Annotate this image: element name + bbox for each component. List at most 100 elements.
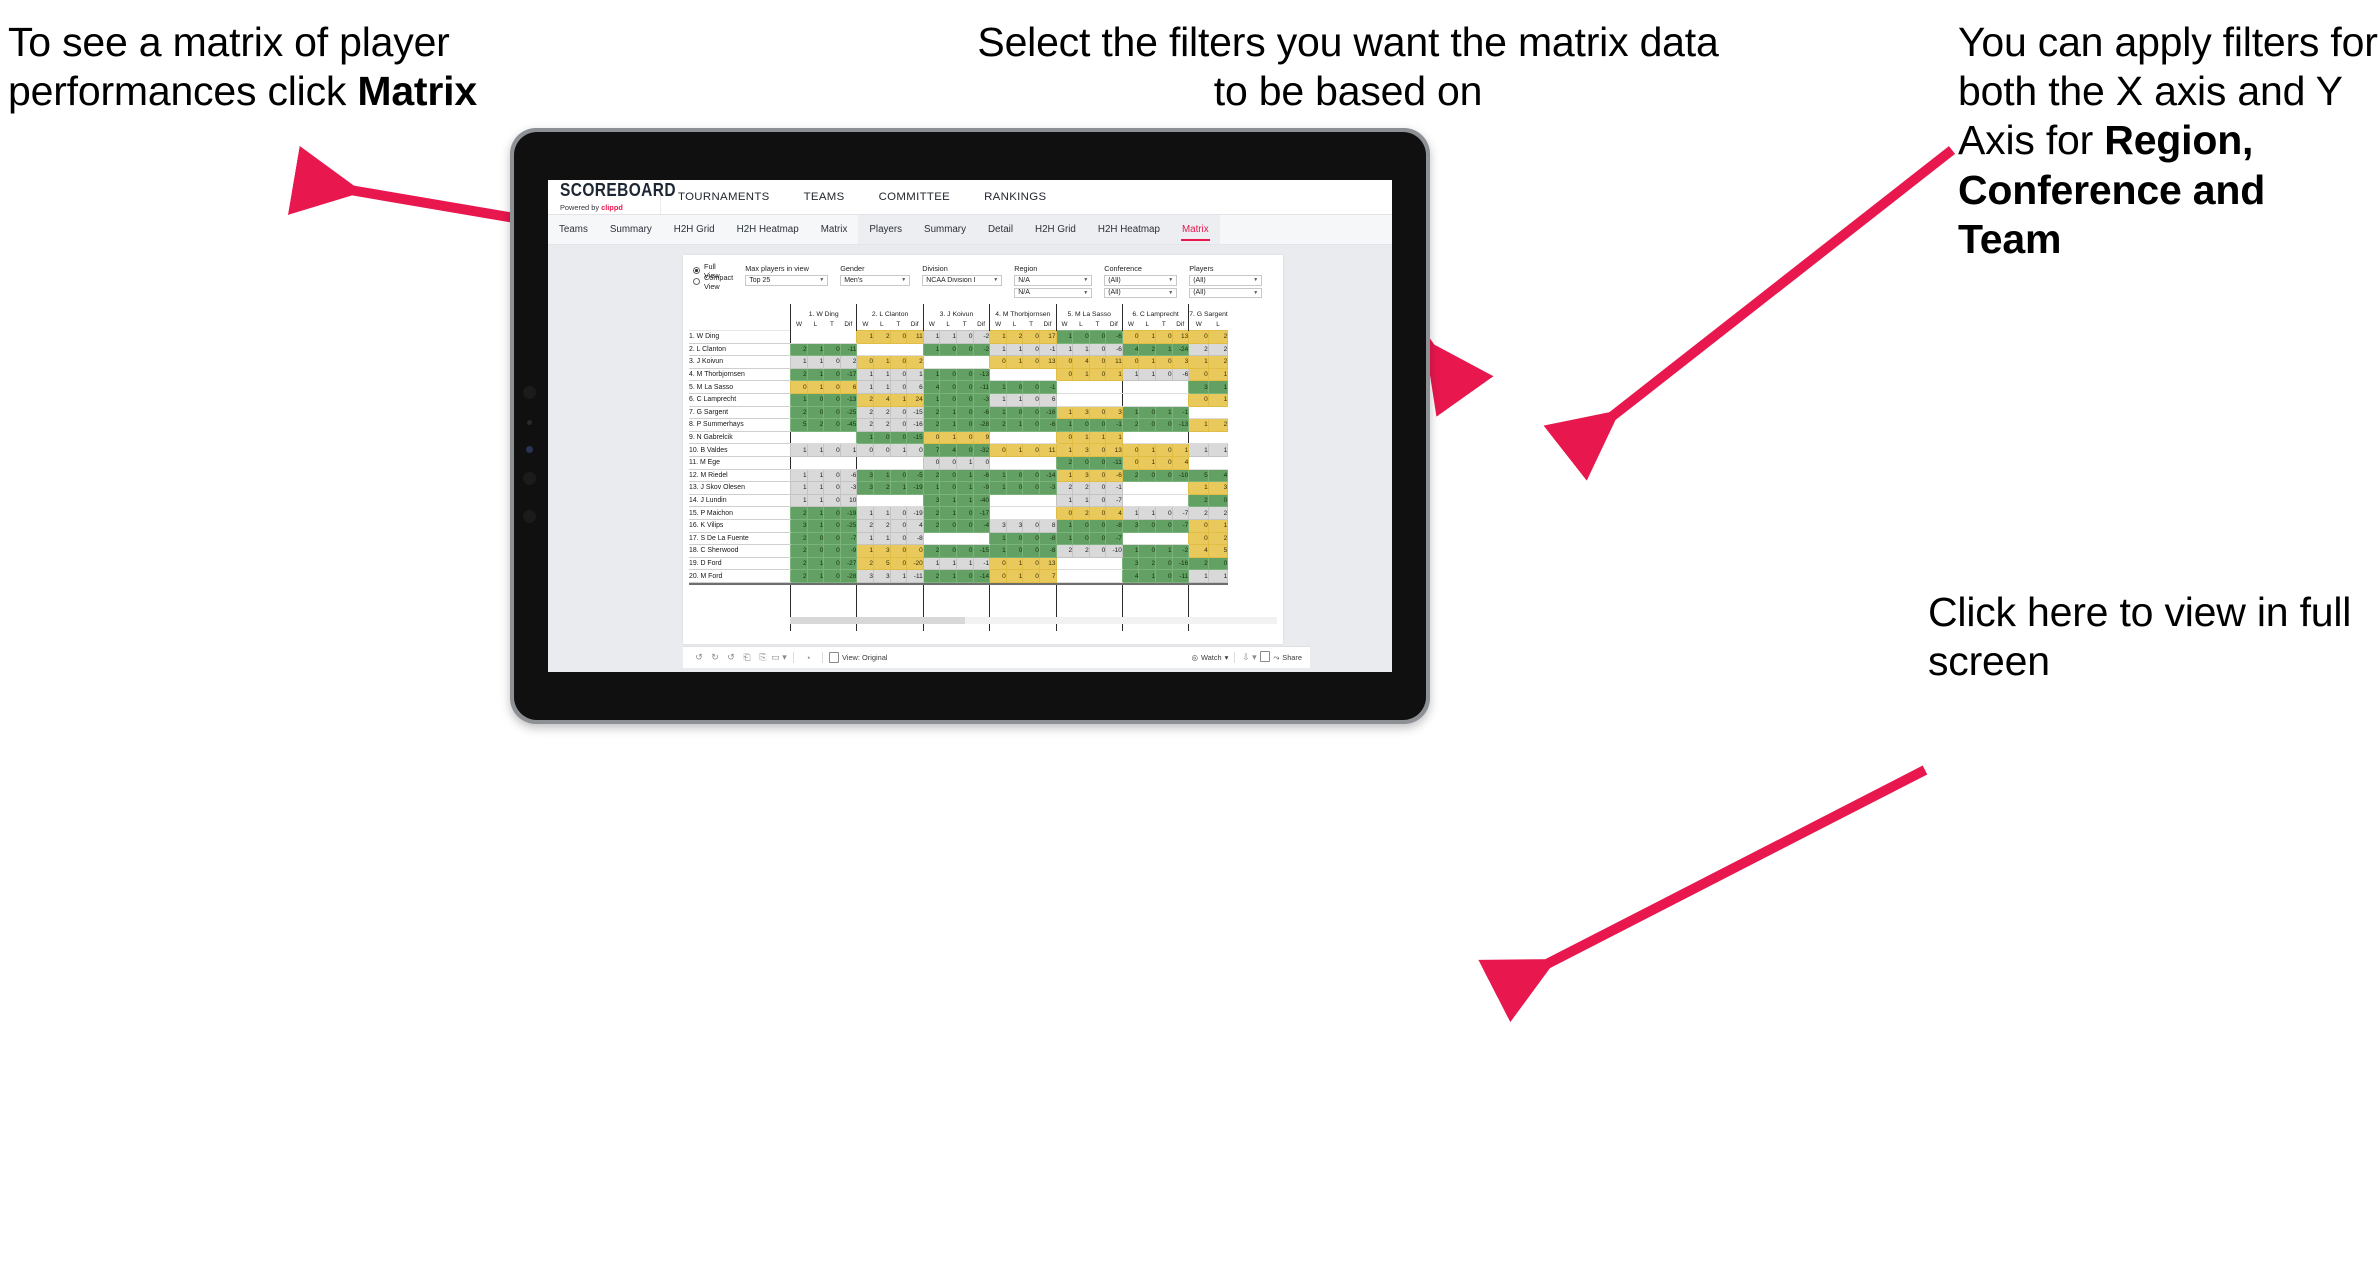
matrix-cell[interactable]: 1 <box>922 481 941 495</box>
matrix-cell[interactable]: 1 <box>1138 569 1157 583</box>
matrix-cell-empty[interactable] <box>1155 532 1173 546</box>
matrix-cell[interactable]: 1 <box>790 481 808 495</box>
matrix-cell-empty[interactable] <box>1121 494 1139 508</box>
matrix-cell[interactable]: 2 <box>1207 418 1229 432</box>
matrix-cell[interactable]: 2 <box>922 405 941 420</box>
matrix-cell[interactable]: 1 <box>1072 493 1090 508</box>
matrix-cell[interactable]: 0 <box>823 493 841 508</box>
matrix-cell-empty[interactable] <box>1155 393 1173 407</box>
matrix-cell[interactable]: -5 <box>906 468 924 483</box>
matrix-cell[interactable]: 0 <box>889 330 908 344</box>
matrix-cell-empty[interactable] <box>1039 456 1056 470</box>
matrix-cell-empty[interactable] <box>989 368 1007 382</box>
matrix-cell[interactable]: 1 <box>939 405 957 420</box>
matrix-cell[interactable]: 2 <box>790 405 808 420</box>
matrix-cell[interactable]: 1 <box>955 493 974 508</box>
matrix-column-header[interactable]: 7. G Sargent <box>1188 304 1228 318</box>
matrix-cell[interactable]: 0 <box>1022 342 1040 357</box>
matrix-cell-empty[interactable] <box>790 456 808 470</box>
matrix-cell[interactable]: 0 <box>889 544 908 558</box>
matrix-cell[interactable]: -15 <box>906 405 924 420</box>
matrix-cell[interactable]: 2 <box>1121 418 1140 432</box>
matrix-cell[interactable]: 0 <box>955 418 974 432</box>
matrix-cell[interactable]: 0 <box>1072 531 1090 546</box>
matrix-cell-empty[interactable] <box>1022 431 1040 445</box>
matrix-cell[interactable]: -11 <box>906 569 924 583</box>
matrix-cell[interactable]: 1 <box>856 430 874 445</box>
matrix-cell[interactable]: 4 <box>1188 544 1209 558</box>
matrix-cell[interactable]: 1 <box>922 367 941 382</box>
matrix-cell[interactable]: -19 <box>839 506 858 520</box>
matrix-cell[interactable]: -11 <box>1171 569 1190 583</box>
matrix-cell[interactable]: 0 <box>1155 506 1173 520</box>
matrix-cell[interactable]: -32 <box>972 443 991 457</box>
matrix-cell[interactable]: 1 <box>989 531 1007 546</box>
matrix-cell-empty[interactable] <box>1055 569 1073 583</box>
matrix-cell[interactable]: 2 <box>1207 342 1229 357</box>
matrix-cell-empty[interactable] <box>1072 569 1090 583</box>
download-icon[interactable]: ⇩ ▾ <box>1241 652 1257 663</box>
matrix-cell[interactable]: -1 <box>1171 405 1190 420</box>
matrix-cell[interactable]: -13 <box>1171 418 1190 432</box>
matrix-cell[interactable]: 0 <box>1022 569 1040 583</box>
matrix-cell[interactable]: 2 <box>1072 544 1090 558</box>
matrix-cell[interactable]: 0 <box>955 380 974 394</box>
matrix-column-header[interactable]: 4. M Thorbjornsen <box>989 304 1056 318</box>
matrix-cell[interactable]: 0 <box>922 430 941 445</box>
matrix-cell[interactable]: 2 <box>1188 506 1209 520</box>
matrix-cell[interactable]: -8 <box>1038 531 1057 546</box>
matrix-cell-empty[interactable] <box>1105 557 1123 571</box>
matrix-cell[interactable]: 13 <box>1105 443 1123 457</box>
matrix-cell[interactable]: 0 <box>1022 531 1040 546</box>
matrix-cell[interactable]: 5 <box>1188 468 1209 483</box>
matrix-cell[interactable]: 2 <box>1207 531 1229 546</box>
matrix-cell[interactable]: 2 <box>922 544 941 558</box>
matrix-cell[interactable]: -28 <box>972 418 991 432</box>
matrix-cell-empty[interactable] <box>873 343 891 357</box>
matrix-cell[interactable]: 1 <box>1207 569 1229 583</box>
matrix-cell[interactable]: 0 <box>889 556 908 571</box>
matrix-column-header[interactable]: 6. C Lamprecht <box>1121 304 1189 318</box>
matrix-cell[interactable]: -8 <box>1038 544 1057 558</box>
matrix-cell[interactable]: 3 <box>872 544 891 558</box>
matrix-cell[interactable]: 1 <box>790 443 808 457</box>
matrix-cell[interactable]: 1 <box>1138 330 1157 344</box>
matrix-cell-empty[interactable] <box>1188 456 1209 470</box>
nav-item-committee[interactable]: COMMITTEE <box>862 180 968 214</box>
matrix-column-header[interactable]: 1. W Ding <box>789 304 857 318</box>
matrix-cell[interactable]: 4 <box>1171 455 1190 470</box>
matrix-cell-empty[interactable] <box>939 532 957 546</box>
matrix-cell[interactable]: 0 <box>889 380 908 394</box>
matrix-cell[interactable]: 13 <box>1171 330 1190 344</box>
matrix-cell[interactable]: 0 <box>1088 330 1107 344</box>
matrix-cell[interactable]: 0 <box>1155 556 1173 571</box>
matrix-cell-empty[interactable] <box>856 456 874 470</box>
matrix-cell[interactable]: 0 <box>1121 355 1140 369</box>
subnav-teams[interactable]: Teams <box>548 215 599 244</box>
matrix-cell[interactable]: -2 <box>972 342 991 357</box>
matrix-cell[interactable]: -17 <box>839 367 858 382</box>
matrix-cell-empty[interactable] <box>1172 481 1189 495</box>
matrix-cell-empty[interactable] <box>1022 456 1040 470</box>
matrix-cell[interactable]: 0 <box>823 367 841 382</box>
matrix-cell[interactable]: -10 <box>1105 544 1123 558</box>
matrix-cell[interactable]: 11 <box>1038 443 1057 457</box>
matrix-row-label[interactable]: 1. W Ding <box>689 330 791 344</box>
matrix-cell[interactable]: 0 <box>1121 455 1140 470</box>
select-division[interactable]: NCAA Division I ▼ <box>922 275 1003 286</box>
matrix-cell[interactable]: 2 <box>906 355 924 369</box>
matrix-cell-empty[interactable] <box>1022 506 1040 520</box>
matrix-row-label[interactable]: 6. C Lamprecht <box>689 392 791 407</box>
matrix-cell[interactable]: -25 <box>839 405 858 420</box>
matrix-cell[interactable]: 1 <box>1005 342 1024 357</box>
matrix-cell[interactable]: 1 <box>790 355 808 369</box>
matrix-cell[interactable]: 0 <box>823 418 841 432</box>
matrix-cell-empty[interactable] <box>1006 456 1023 470</box>
matrix-cell[interactable]: 1 <box>790 392 808 407</box>
matrix-cell[interactable]: 0 <box>939 544 957 558</box>
matrix-cell[interactable]: 1 <box>1188 443 1209 457</box>
matrix-cell[interactable]: 0 <box>1155 355 1173 369</box>
matrix-cell[interactable]: 0 <box>1005 481 1024 495</box>
share-button[interactable]: ⤳ Share <box>1273 653 1302 663</box>
matrix-cell-empty[interactable] <box>1105 569 1123 583</box>
